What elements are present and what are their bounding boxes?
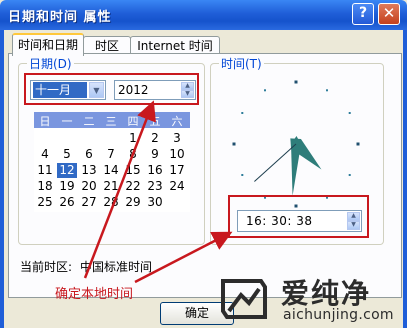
tab-date-time[interactable]: 时间和日期 bbox=[12, 33, 84, 56]
brand-logo-icon bbox=[221, 279, 267, 319]
brand-url: aichunjing.com bbox=[283, 307, 394, 323]
arrow-to-time bbox=[134, 231, 233, 284]
annotation-label: 确定本地时间 bbox=[55, 287, 134, 302]
arrow-to-date bbox=[83, 100, 156, 279]
watermark: 爱纯净 aichunjing.com bbox=[219, 268, 405, 326]
brand-name: 爱纯净 bbox=[281, 277, 372, 310]
